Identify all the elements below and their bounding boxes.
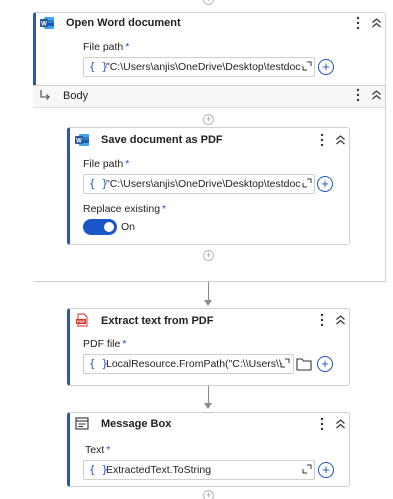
add-activity-top-icon[interactable]: + bbox=[203, 0, 214, 5]
flow-arrowhead bbox=[204, 403, 212, 409]
open-word-file-path-label: File path * bbox=[83, 41, 130, 53]
folder-icon[interactable] bbox=[296, 357, 312, 371]
plus-icon[interactable]: + bbox=[318, 59, 334, 75]
flow-connector bbox=[208, 386, 209, 404]
expand-icon[interactable] bbox=[302, 464, 312, 474]
extract-text-title: Extract text from PDF bbox=[101, 315, 214, 327]
replace-existing-toggle-value: On bbox=[121, 221, 136, 233]
pdf-icon: PDF bbox=[75, 313, 89, 327]
chevron-up-icon[interactable] bbox=[335, 418, 346, 430]
kebab-icon[interactable] bbox=[319, 313, 325, 327]
add-activity-icon[interactable]: + bbox=[203, 114, 214, 125]
chevron-up-icon[interactable] bbox=[371, 89, 382, 101]
save-pdf-file-path-label: File path * bbox=[83, 158, 130, 170]
open-word-file-path-value: "C:\Users\anjis\OneDrive\Desktop\testdoc bbox=[106, 61, 301, 73]
add-activity-icon[interactable]: + bbox=[203, 250, 214, 261]
expand-icon[interactable] bbox=[302, 61, 312, 71]
pdf-file-label: PDF file * bbox=[83, 338, 127, 350]
add-activity-bottom-icon[interactable]: + bbox=[203, 490, 214, 499]
kebab-icon[interactable] bbox=[355, 16, 361, 30]
svg-text:PDF: PDF bbox=[77, 319, 86, 324]
text-label: Text * bbox=[85, 444, 111, 456]
text-input[interactable]: { } ExtractedText.ToString bbox=[83, 460, 315, 480]
save-pdf-title: Save document as PDF bbox=[101, 134, 223, 146]
word-icon: W bbox=[75, 133, 89, 147]
open-word-title: Open Word document bbox=[66, 17, 181, 29]
plus-icon[interactable]: + bbox=[317, 176, 333, 192]
expand-icon[interactable] bbox=[280, 358, 290, 368]
chevron-up-icon[interactable] bbox=[371, 17, 382, 29]
save-pdf-file-path-input[interactable]: { } "C:\Users\anjis\OneDrive\Desktop\tes… bbox=[83, 174, 315, 194]
plus-icon[interactable]: + bbox=[317, 356, 333, 372]
pdf-file-input[interactable]: { } LocalResource.FromPath("C:\\Users\\ bbox=[83, 354, 294, 374]
text-value: ExtractedText.ToString bbox=[106, 464, 212, 476]
flow-connector bbox=[208, 282, 209, 302]
message-box-title: Message Box bbox=[101, 418, 172, 430]
body-arrow-icon bbox=[39, 89, 51, 101]
pdf-file-value: LocalResource.FromPath("C:\\Users\\ bbox=[106, 358, 282, 370]
svg-text:W: W bbox=[76, 139, 82, 145]
replace-existing-label: Replace existing * bbox=[83, 203, 167, 215]
kebab-icon[interactable] bbox=[355, 88, 361, 102]
expand-icon[interactable] bbox=[302, 178, 312, 188]
word-icon: W bbox=[40, 16, 54, 30]
kebab-icon[interactable] bbox=[319, 417, 325, 431]
replace-existing-toggle[interactable] bbox=[83, 219, 117, 235]
chevron-up-icon[interactable] bbox=[335, 314, 346, 326]
kebab-icon[interactable] bbox=[319, 133, 325, 147]
save-pdf-file-path-value: "C:\Users\anjis\OneDrive\Desktop\testdoc bbox=[106, 178, 301, 190]
body-label: Body bbox=[63, 90, 89, 102]
chevron-up-icon[interactable] bbox=[335, 134, 346, 146]
plus-icon[interactable]: + bbox=[318, 462, 334, 478]
flow-arrowhead bbox=[204, 300, 212, 306]
svg-text:W: W bbox=[41, 22, 47, 28]
open-word-file-path-input[interactable]: { } "C:\Users\anjis\OneDrive\Desktop\tes… bbox=[83, 57, 315, 77]
message-box-icon bbox=[75, 417, 89, 430]
